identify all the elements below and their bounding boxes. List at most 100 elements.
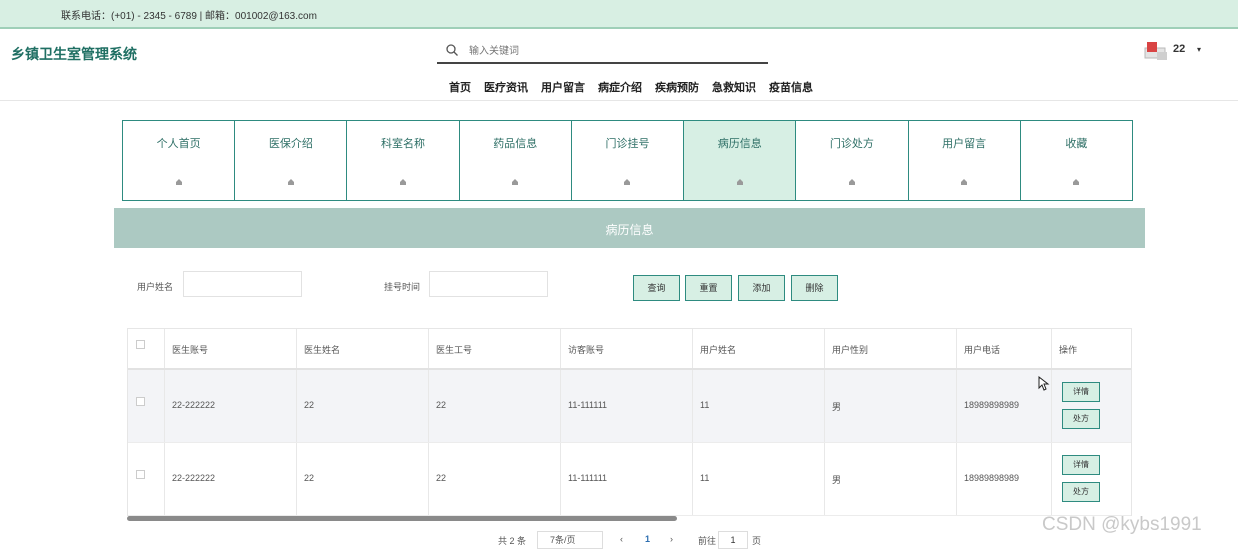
card-medical-record[interactable]: 病历信息 — [683, 120, 797, 201]
header-user-name: 用户姓名 — [700, 344, 737, 355]
prescription-button[interactable]: 处方 — [1062, 409, 1100, 429]
goto-label: 前往 — [698, 536, 717, 546]
user-name-input[interactable] — [183, 271, 302, 297]
header-cell: 用户姓名 — [693, 329, 825, 368]
user-gender: 男 — [832, 402, 842, 412]
row-checkbox[interactable] — [136, 397, 145, 406]
next-page-button[interactable]: › — [670, 534, 673, 544]
card-insurance[interactable]: 医保介绍 — [234, 120, 348, 201]
actions-cell: 详情 处方 — [1052, 443, 1131, 515]
chevron-down-icon[interactable]: ▾ — [1197, 45, 1201, 54]
reset-button[interactable]: 重置 — [685, 275, 732, 301]
nav-first-aid[interactable]: 急救知识 — [712, 79, 756, 95]
cell: 22 — [297, 443, 429, 515]
header-cell: 用户性别 — [825, 329, 957, 368]
cell: 22 — [429, 443, 561, 515]
feature-cards: 个人首页 医保介绍 科室名称 药品信息 门诊挂号 病历信息 门诊处方 用户留言 … — [122, 120, 1133, 201]
header-checkbox-cell — [128, 329, 165, 368]
header-user-phone: 用户电话 — [964, 344, 1001, 355]
card-favorites[interactable]: 收藏 — [1019, 120, 1133, 201]
cell: 22-222222 — [165, 443, 297, 515]
cell: 11-111111 — [561, 370, 693, 442]
nav-vaccine-info[interactable]: 疫苗信息 — [769, 79, 813, 95]
cell: 11-111111 — [561, 443, 693, 515]
avatar[interactable] — [1143, 40, 1169, 62]
card-registration[interactable]: 门诊挂号 — [570, 120, 685, 201]
card-label: 收藏 — [1065, 138, 1088, 150]
header-doctor-id: 医生工号 — [436, 344, 473, 355]
doctor-account: 22-222222 — [172, 473, 216, 483]
detail-button[interactable]: 详情 — [1062, 382, 1100, 402]
card-personal-home[interactable]: 个人首页 — [122, 120, 236, 201]
card-label: 科室名称 — [381, 138, 426, 150]
add-button[interactable]: 添加 — [738, 275, 785, 301]
cell: 22 — [297, 370, 429, 442]
search-icon[interactable] — [445, 43, 459, 57]
header-doctor-account: 医生账号 — [172, 344, 209, 355]
row-checkbox[interactable] — [136, 470, 145, 479]
table-header: 医生账号 医生姓名 医生工号 访客账号 用户姓名 用户性别 用户电话 操作 — [128, 329, 1131, 370]
card-medicine[interactable]: 药品信息 — [458, 120, 572, 201]
header: 乡镇卫生室管理系统 22 ▾ 首页 医疗资讯 用户留言 病症介绍 疾病预防 急救… — [0, 31, 1238, 101]
doctor-id: 22 — [436, 400, 447, 410]
home-icon — [1073, 179, 1080, 185]
home-icon — [736, 179, 743, 185]
header-user-gender: 用户性别 — [832, 344, 869, 355]
contact-info: 联系电话：(+01) - 2345 - 6789 | 邮箱：001002@163… — [61, 11, 317, 22]
home-icon — [961, 179, 968, 185]
detail-button[interactable]: 详情 — [1062, 455, 1100, 475]
cell: 11 — [693, 370, 825, 442]
section-banner: 病历信息 — [114, 208, 1145, 248]
header-doctor-name: 医生姓名 — [304, 344, 341, 355]
home-icon — [400, 179, 407, 185]
horizontal-scrollbar[interactable] — [127, 516, 677, 521]
cell: 18989898989 — [957, 443, 1052, 515]
visitor-account: 11-111111 — [568, 400, 608, 410]
records-table: 医生账号 医生姓名 医生工号 访客账号 用户姓名 用户性别 用户电话 操作 22… — [127, 328, 1132, 516]
home-icon — [175, 179, 182, 185]
card-label: 医保介绍 — [268, 138, 313, 150]
card-department[interactable]: 科室名称 — [346, 120, 460, 201]
prev-page-button[interactable]: ‹ — [620, 534, 623, 544]
top-info-bar: 联系电话：(+01) - 2345 - 6789 | 邮箱：001002@163… — [0, 0, 1238, 29]
header-actions: 操作 — [1059, 344, 1078, 355]
nav-disease-intro[interactable]: 病症介绍 — [598, 79, 642, 95]
search-input[interactable] — [469, 42, 749, 60]
total-count: 共 2 条 — [498, 536, 527, 546]
nav-disease-prevention[interactable]: 疾病预防 — [655, 79, 699, 95]
cell: 男 — [825, 443, 957, 515]
home-icon — [287, 179, 294, 185]
nav-user-messages[interactable]: 用户留言 — [541, 79, 585, 95]
goto-page-input[interactable]: 1 — [718, 531, 748, 549]
cell: 22-222222 — [165, 370, 297, 442]
card-prescription[interactable]: 门诊处方 — [795, 120, 909, 201]
page-size-value: 7条/页 — [550, 535, 576, 545]
doctor-name: 22 — [304, 400, 315, 410]
page-size-select[interactable]: 7条/页 — [537, 531, 603, 549]
nav-home[interactable]: 首页 — [449, 79, 471, 95]
section-title: 病历信息 — [605, 223, 654, 237]
user-name-label: 用户姓名 — [137, 282, 174, 292]
user-name: 11 — [700, 473, 710, 483]
site-logo[interactable]: 乡镇卫生室管理系统 — [11, 44, 137, 64]
home-icon — [848, 179, 855, 185]
search-bar[interactable] — [437, 39, 768, 64]
doctor-account: 22-222222 — [172, 400, 216, 410]
nav-medical-news[interactable]: 医疗资讯 — [484, 79, 528, 95]
current-page[interactable]: 1 — [645, 534, 650, 544]
card-user-messages[interactable]: 用户留言 — [907, 120, 1021, 201]
card-label: 用户留言 — [942, 138, 987, 150]
reg-time-label: 挂号时间 — [384, 282, 421, 292]
user-name: 11 — [700, 400, 710, 410]
watermark: CSDN @kybs1991 — [1042, 514, 1202, 535]
page-unit-label: 页 — [752, 536, 762, 546]
visitor-account: 11-111111 — [568, 473, 608, 483]
select-all-checkbox[interactable] — [136, 339, 145, 349]
username[interactable]: 22 — [1173, 43, 1185, 55]
delete-button[interactable]: 删除 — [791, 275, 838, 301]
prescription-button[interactable]: 处方 — [1062, 482, 1100, 502]
reg-time-input[interactable] — [429, 271, 548, 297]
card-label: 个人首页 — [156, 138, 201, 150]
main-nav: 首页 医疗资讯 用户留言 病症介绍 疾病预防 急救知识 疫苗信息 — [449, 79, 826, 95]
query-button[interactable]: 查询 — [633, 275, 680, 301]
